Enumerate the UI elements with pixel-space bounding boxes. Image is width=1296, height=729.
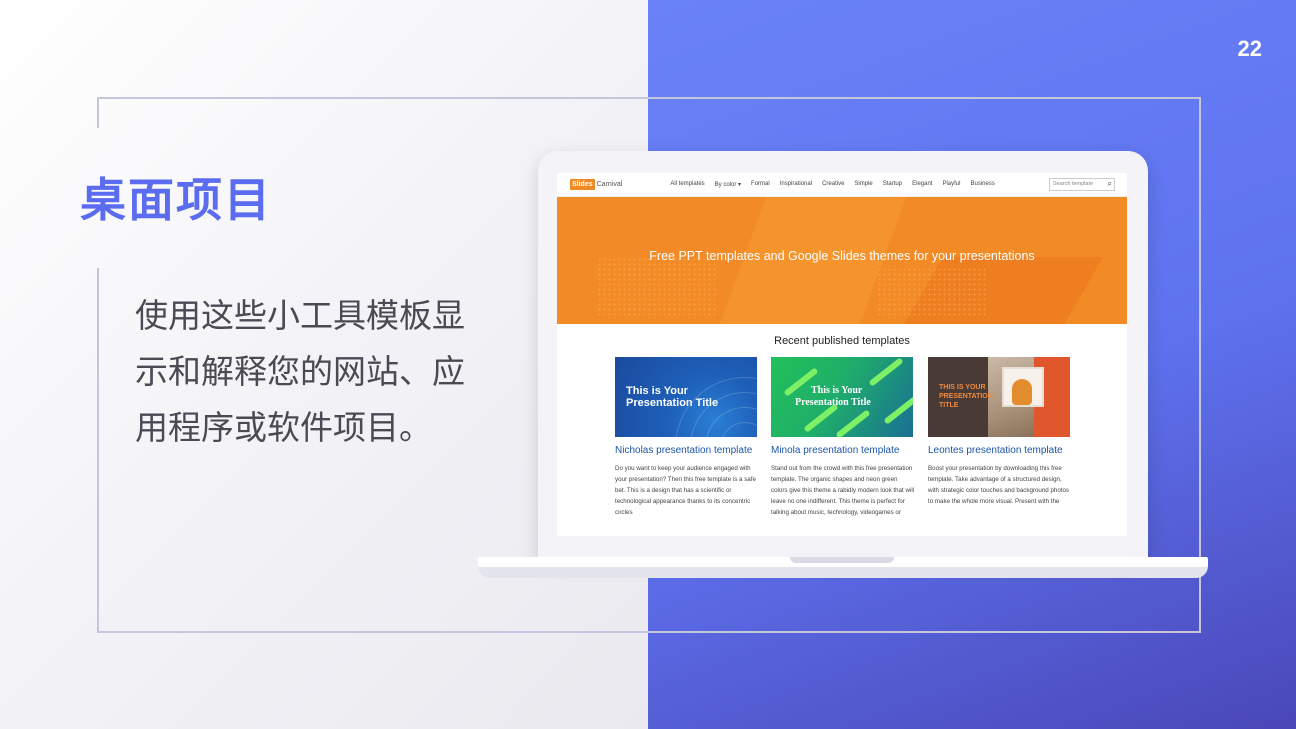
decorative-stripe xyxy=(835,409,871,437)
thumbnail-title-line: PRESENTATION xyxy=(939,393,993,400)
frame-line-left-upper xyxy=(97,97,99,128)
thumbnail-title-line: TITLE xyxy=(939,402,959,409)
frame-line-right xyxy=(1199,97,1201,633)
recent-templates-heading: Recent published templates xyxy=(774,335,910,347)
frame-line-top xyxy=(97,97,1201,99)
slide-title: 桌面项目 xyxy=(80,173,272,227)
nav-item-creative[interactable]: Creative xyxy=(822,181,844,188)
slide-number: 22 xyxy=(1237,36,1262,61)
template-name-link[interactable]: Leontes presentation template xyxy=(928,445,1072,457)
thumbnail-title-line: Presentation Title xyxy=(795,397,871,408)
thumbnail-title-line: This is Your xyxy=(626,385,688,397)
laptop-base-shadow xyxy=(478,566,1208,578)
thumbnail-title: THIS IS YOUR PRESENTATION TITLE xyxy=(939,383,993,410)
thumbnail-person xyxy=(1012,379,1032,405)
nav-item-simple[interactable]: Simple xyxy=(854,181,872,188)
slide-body-text: 使用这些小工具模板显示和解释您的网站、应用程序或软件项目。 xyxy=(135,296,465,447)
logo-name: Carnival xyxy=(596,181,623,188)
logo-brand-box: Slides xyxy=(570,179,595,190)
template-description: Stand out from the crowd with this free … xyxy=(771,465,915,516)
hero-title: Free PPT templates and Google Slides the… xyxy=(649,249,1035,263)
hero-dot-pattern xyxy=(597,257,717,317)
search-icon[interactable]: ⌕ xyxy=(1108,179,1112,189)
thumbnail-title-line: Presentation Title xyxy=(626,397,719,409)
search-input[interactable]: Search template ⌕ xyxy=(1049,178,1115,191)
template-description: Do you want to keep your audience engage… xyxy=(615,465,756,516)
frame-line-left-lower xyxy=(97,268,99,633)
template-card-nicholas[interactable]: This is Your Presentation Title Nicholas… xyxy=(615,357,759,518)
template-name-link[interactable]: Minola presentation template xyxy=(771,445,915,457)
laptop-notch xyxy=(790,557,894,563)
hero-banner: Free PPT templates and Google Slides the… xyxy=(557,197,1127,324)
thumbnail-title: This is Your Presentation Title xyxy=(626,385,718,409)
template-card-leontes[interactable]: THIS IS YOUR PRESENTATION TITLE Leontes … xyxy=(928,357,1072,507)
template-card-minola[interactable]: This is Your Presentation Title Minola p… xyxy=(771,357,915,518)
template-thumbnail[interactable]: This is Your Presentation Title xyxy=(771,357,913,437)
nav-item-inspirational[interactable]: Inspirational xyxy=(780,181,812,188)
nav-menu: All templates By color ▾ Formal Inspirat… xyxy=(670,181,1005,188)
nav-item-elegant[interactable]: Elegant xyxy=(912,181,932,188)
hero-dot-pattern xyxy=(877,267,987,317)
template-description: Boost your presentation by downloading t… xyxy=(928,465,1070,505)
frame-line-bottom xyxy=(97,631,1201,633)
search-placeholder: Search template xyxy=(1053,181,1094,187)
thumbnail-title-line: This is Your xyxy=(811,385,863,396)
decorative-stripe xyxy=(883,395,913,425)
nav-item-all-templates[interactable]: All templates xyxy=(670,181,704,188)
thumbnail-title-line: THIS IS YOUR xyxy=(939,384,986,391)
laptop-screen: Slides Carnival All templates By color ▾… xyxy=(557,173,1127,536)
template-name-link[interactable]: Nicholas presentation template xyxy=(615,445,759,457)
template-thumbnail[interactable]: THIS IS YOUR PRESENTATION TITLE xyxy=(928,357,1070,437)
nav-item-formal[interactable]: Formal xyxy=(751,181,770,188)
nav-item-startup[interactable]: Startup xyxy=(883,181,902,188)
nav-item-playful[interactable]: Playful xyxy=(942,181,960,188)
thumbnail-title: This is Your Presentation Title xyxy=(795,385,871,409)
template-thumbnail[interactable]: This is Your Presentation Title xyxy=(615,357,757,437)
site-logo[interactable]: Slides Carnival xyxy=(570,179,622,190)
nav-item-business[interactable]: Business xyxy=(970,181,994,188)
decorative-stripe xyxy=(868,357,904,387)
website-nav-bar: Slides Carnival All templates By color ▾… xyxy=(557,173,1127,197)
nav-item-by-color[interactable]: By color ▾ xyxy=(715,181,741,188)
